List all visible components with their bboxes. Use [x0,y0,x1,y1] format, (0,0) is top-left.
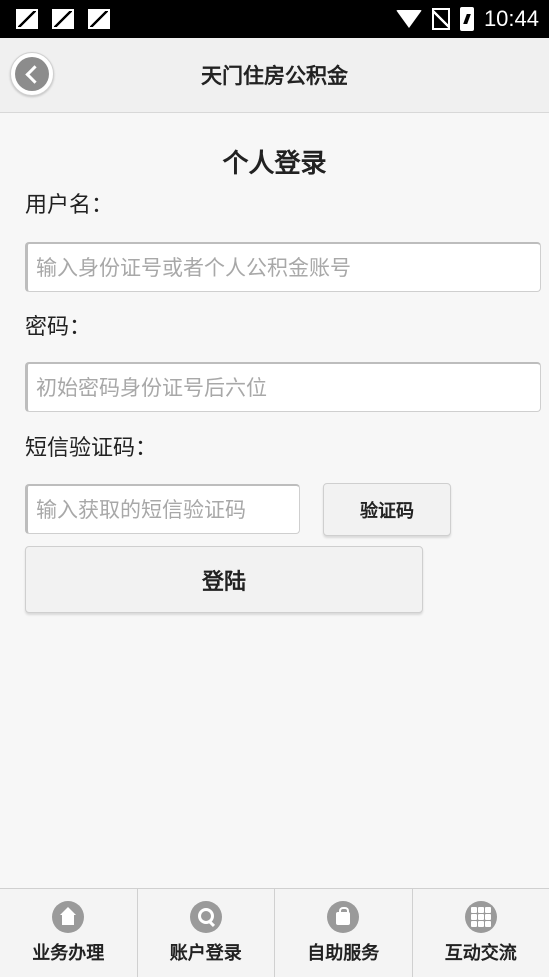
page-title: 天门住房公积金 [0,60,549,90]
no-sim-icon [432,8,450,30]
get-sms-code-label: 验证码 [360,497,414,523]
home-icon [52,901,84,933]
tab-account-login[interactable]: 账户登录 [138,889,276,977]
sms-code-label: 短信验证码： [25,430,157,462]
bottom-tab-bar: 业务办理 账户登录 自助服务 互动交流 [0,888,549,977]
sms-code-input[interactable] [25,484,300,534]
notification-icons [16,9,110,29]
tab-label: 业务办理 [32,939,104,965]
tab-label: 互动交流 [445,939,517,965]
login-button-label: 登陆 [202,564,246,596]
app-header: 天门住房公积金 [0,38,549,113]
status-time: 10:44 [484,6,539,32]
search-icon [190,901,222,933]
status-bar: 10:44 [0,0,549,38]
get-sms-code-button[interactable]: 验证码 [323,483,451,536]
tab-interaction[interactable]: 互动交流 [413,889,549,977]
grid-icon [465,901,497,933]
tab-self-service[interactable]: 自助服务 [275,889,413,977]
password-input[interactable] [25,362,541,412]
wifi-icon [396,10,422,28]
username-label: 用户名： [25,187,113,219]
notification-icon [88,9,110,29]
tab-label: 自助服务 [307,939,379,965]
login-button[interactable]: 登陆 [25,546,423,613]
notification-icon [52,9,74,29]
username-input[interactable] [25,242,541,292]
battery-charging-icon [460,7,474,31]
password-label: 密码： [25,309,91,341]
tab-label: 账户登录 [170,939,242,965]
tab-business[interactable]: 业务办理 [0,889,138,977]
bag-icon [327,901,359,933]
form-title: 个人登录 [0,143,549,180]
notification-icon [16,9,38,29]
